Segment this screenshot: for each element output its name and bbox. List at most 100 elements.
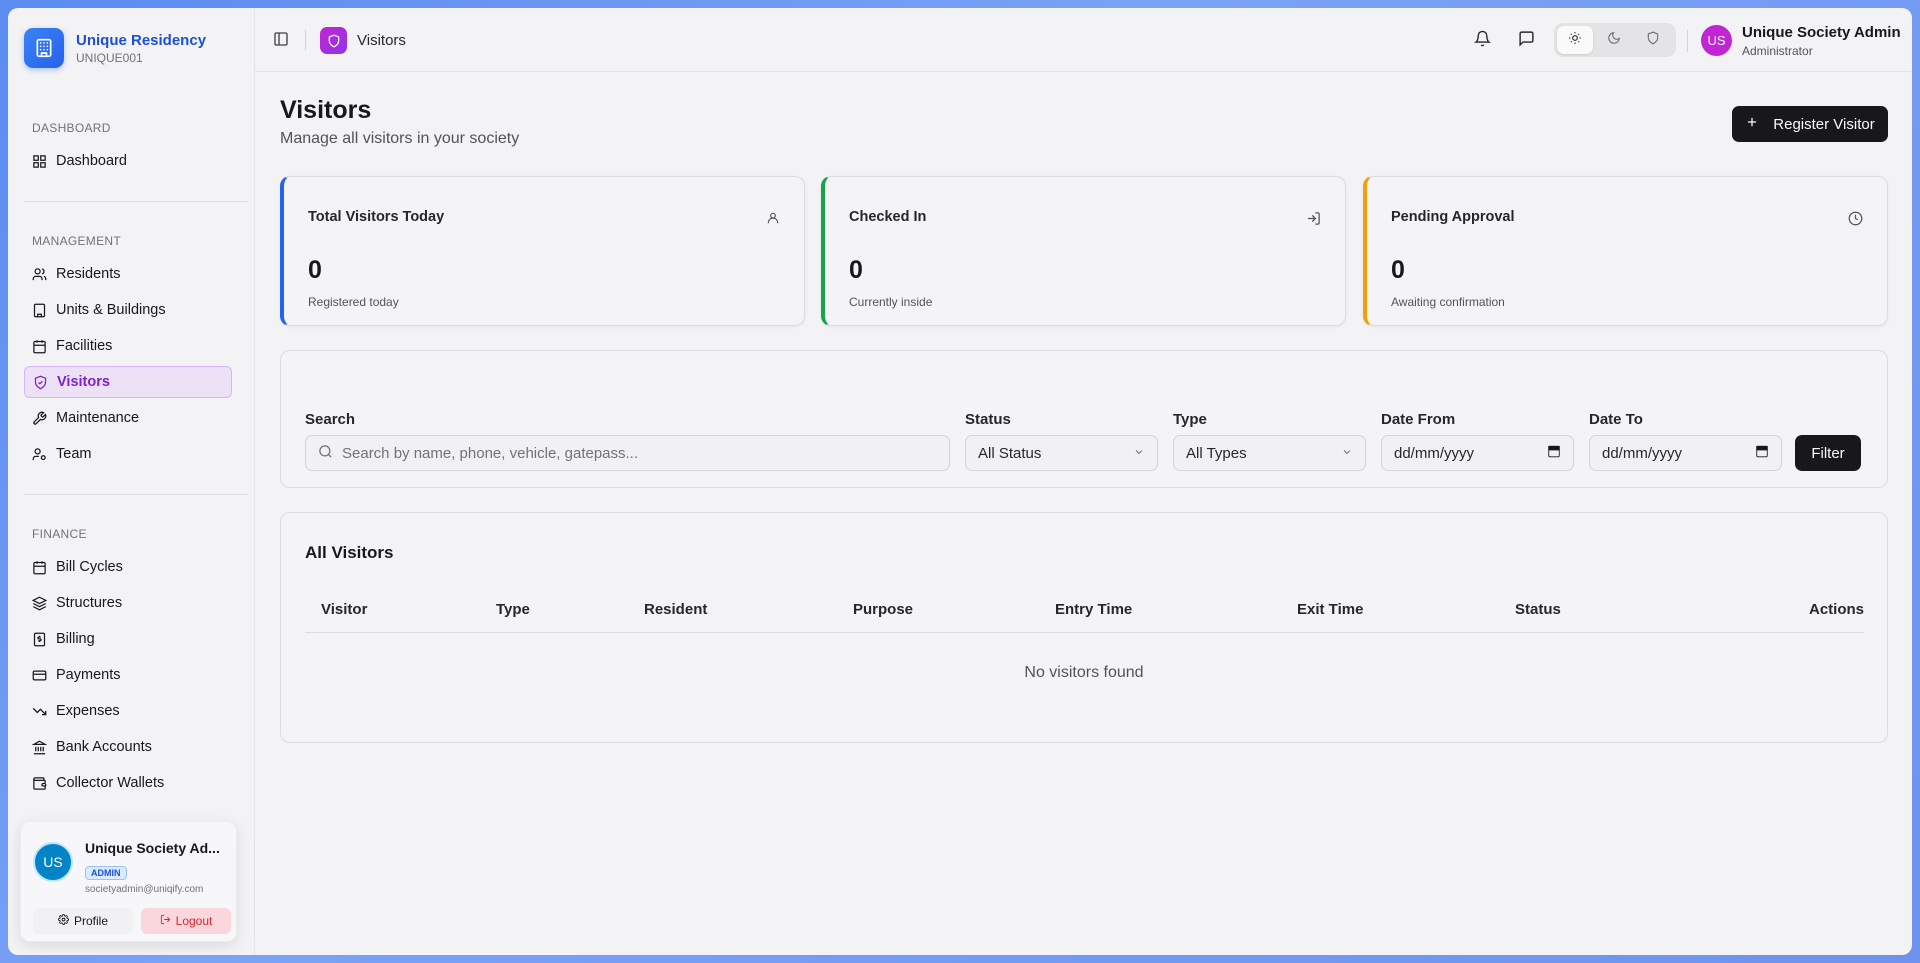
sidebar-item-label: Team	[56, 446, 92, 462]
type-label: Type	[1173, 411, 1207, 428]
sidebar-item-expenses[interactable]: Expenses	[24, 695, 232, 727]
bell-icon[interactable]	[1473, 30, 1492, 52]
breadcrumb: Visitors	[357, 32, 406, 49]
nav-divider	[24, 494, 248, 495]
sidebar-item-bill-cycles[interactable]: Bill Cycles	[24, 551, 232, 583]
log-in-icon	[1306, 211, 1321, 231]
column-header-exit-time[interactable]: Exit Time	[1297, 601, 1363, 618]
sidebar-item-facilities[interactable]: Facilities	[24, 330, 232, 362]
users-icon	[32, 267, 47, 282]
date-to-input[interactable]: dd/mm/yyyy	[1589, 435, 1782, 471]
search-placeholder: Search by name, phone, vehicle, gatepass…	[342, 444, 639, 462]
date-to-label: Date To	[1589, 411, 1643, 428]
main-content: Visitors US Unique Society Admin Adminis…	[255, 8, 1912, 955]
column-header-type[interactable]: Type	[496, 601, 530, 618]
sidebar-item-visitors[interactable]: Visitors	[24, 366, 232, 398]
sidebar-item-label: Bill Cycles	[56, 559, 123, 575]
sidebar-item-label: Facilities	[56, 338, 113, 354]
date-from-input[interactable]: dd/mm/yyyy	[1381, 435, 1574, 471]
sidebar-item-dashboard[interactable]: Dashboard	[24, 145, 232, 177]
moon-icon	[1607, 31, 1621, 50]
light-theme-button[interactable]	[1557, 26, 1593, 54]
sidebar-item-label: Bank Accounts	[56, 739, 152, 755]
sidebar-item-billing[interactable]: Billing	[24, 623, 232, 655]
column-header-actions: Actions	[1808, 601, 1864, 618]
logout-label: Logout	[175, 914, 213, 928]
logout-button[interactable]: Logout	[141, 908, 231, 934]
profile-button[interactable]: Profile	[33, 908, 133, 934]
sidebar: Unique Residency UNIQUE001 DASHBOARD Das…	[8, 8, 255, 955]
calendar-icon[interactable]	[1547, 444, 1561, 462]
sidebar-item-payments[interactable]: Payments	[24, 659, 232, 691]
shield-icon	[33, 375, 48, 390]
user-card: US Unique Society Ad... ADMIN societyadm…	[20, 821, 237, 942]
filter-button[interactable]: Filter	[1795, 435, 1861, 471]
visitors-table-card: All Visitors Visitor Type Resident Purpo…	[280, 512, 1888, 743]
sidebar-item-units-buildings[interactable]: Units & Buildings	[24, 294, 232, 326]
shield-theme-button[interactable]	[1635, 26, 1671, 54]
stat-caption: Awaiting confirmation	[1391, 295, 1505, 309]
column-header-entry-time[interactable]: Entry Time	[1055, 601, 1132, 618]
sidebar-toggle-icon[interactable]	[273, 31, 289, 52]
sidebar-item-maintenance[interactable]: Maintenance	[24, 402, 232, 434]
stat-caption: Registered today	[308, 295, 399, 309]
type-select[interactable]: All Types	[1173, 435, 1366, 471]
dark-theme-button[interactable]	[1596, 26, 1632, 54]
sidebar-item-bank-accounts[interactable]: Bank Accounts	[24, 731, 232, 763]
user-cog-icon	[32, 447, 47, 462]
profile-label: Profile	[73, 914, 108, 928]
sidebar-item-team[interactable]: Team	[24, 438, 232, 470]
avatar[interactable]: US	[1701, 25, 1732, 56]
bank-icon	[32, 740, 47, 755]
avatar: US	[33, 842, 73, 882]
empty-state-text: No visitors found	[1024, 664, 1144, 681]
register-visitor-button[interactable]: Register Visitor	[1732, 106, 1888, 142]
nav-section-dashboard: DASHBOARD Dashboard	[24, 121, 248, 181]
sidebar-item-collector-wallets[interactable]: Collector Wallets	[24, 767, 232, 799]
role-badge: ADMIN	[85, 866, 127, 880]
topbar-user-name: Unique Society Admin	[1742, 24, 1901, 41]
nav-heading: MANAGEMENT	[32, 234, 122, 248]
user-icon	[766, 211, 780, 230]
stat-value: 0	[308, 256, 322, 284]
brand-name: Unique Residency	[76, 31, 207, 49]
plus-icon	[1745, 115, 1759, 133]
stat-caption: Currently inside	[849, 295, 933, 309]
layers-icon	[32, 596, 47, 611]
stat-card-pending-approval: Pending Approval 0 Awaiting confirmation	[1363, 176, 1888, 326]
search-icon	[318, 444, 333, 463]
column-header-purpose[interactable]: Purpose	[853, 601, 913, 618]
nav-divider	[24, 201, 248, 202]
column-header-resident[interactable]: Resident	[644, 601, 707, 618]
sidebar-item-label: Billing	[56, 631, 95, 647]
nav-section-finance: FINANCE Bill Cycles Structures Billing P…	[24, 527, 248, 803]
sidebar-item-label: Payments	[56, 667, 121, 683]
shield-icon	[1646, 31, 1660, 50]
stat-value: 0	[1391, 256, 1405, 284]
filter-card: Search Search by name, phone, vehicle, g…	[280, 350, 1888, 488]
topbar-divider	[305, 30, 306, 50]
nav-section-management: MANAGEMENT Residents Units & Buildings F…	[24, 234, 248, 474]
date-from-value: dd/mm/yyyy	[1394, 444, 1475, 462]
stat-title: Pending Approval	[1391, 209, 1515, 225]
trending-down-icon	[32, 704, 47, 719]
page-subtitle: Manage all visitors in your society	[280, 130, 520, 147]
column-header-visitor[interactable]: Visitor	[321, 601, 367, 618]
sidebar-item-residents[interactable]: Residents	[24, 258, 232, 290]
column-header-status[interactable]: Status	[1515, 601, 1561, 618]
sidebar-item-label: Residents	[56, 266, 121, 282]
table-header-row: Visitor Type Resident Purpose Entry Time…	[305, 583, 1864, 633]
status-select[interactable]: All Status	[965, 435, 1158, 471]
message-icon[interactable]	[1518, 30, 1535, 52]
date-from-label: Date From	[1381, 411, 1456, 428]
stat-title: Total Visitors Today	[308, 209, 445, 225]
gear-icon	[57, 914, 69, 928]
search-input[interactable]: Search by name, phone, vehicle, gatepass…	[305, 435, 950, 471]
brand[interactable]: Unique Residency UNIQUE001	[24, 28, 206, 68]
calendar-icon[interactable]	[1755, 444, 1769, 462]
clock-icon	[1848, 211, 1863, 231]
brand-code: UNIQUE001	[76, 50, 143, 65]
topbar-divider	[1687, 30, 1688, 52]
user-card-email: societyadmin@uniqify.com	[85, 884, 204, 895]
sidebar-item-structures[interactable]: Structures	[24, 587, 232, 619]
